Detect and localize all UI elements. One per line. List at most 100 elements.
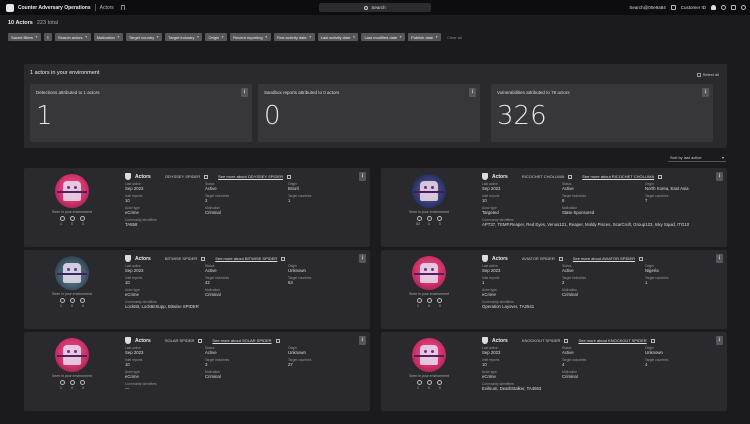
help-icon[interactable] (721, 5, 726, 10)
actor-avatar (55, 338, 89, 372)
kebab-menu-icon[interactable]: ⋮ (359, 172, 366, 181)
copy-icon[interactable] (558, 256, 563, 261)
sort-select[interactable]: Sort by last active ▾ (668, 153, 726, 162)
kebab-menu-icon[interactable]: ⋮ (469, 88, 476, 97)
external-link-icon[interactable] (639, 256, 643, 261)
kebab-menu-icon[interactable]: ⋮ (716, 254, 723, 263)
actor-avatar-block: Seen in your environment 82 0 0 (405, 174, 453, 226)
filter-bar: Saved filters ▼ ⋮ Search actors ▼ Motivati… (8, 33, 465, 41)
seen-count: 82 (416, 222, 420, 226)
external-link-icon[interactable] (650, 338, 655, 343)
kebab-menu-icon[interactable]: ⋮ (359, 254, 366, 263)
filter-target-industry[interactable]: Target industry ▼ (165, 33, 203, 41)
external-link-icon[interactable] (658, 174, 663, 179)
field-value-target-countries: 7 (645, 198, 648, 203)
actor-card[interactable]: Seen in your environment 1 0 0 Actors BI… (24, 250, 370, 329)
global-search[interactable]: Search (319, 3, 431, 12)
customer-id[interactable]: Customer ID (681, 5, 706, 10)
actor-card[interactable]: Seen in your environment 1 0 0 Actors SO… (24, 332, 370, 411)
actor-mascot-icon (414, 263, 444, 283)
bookmark-icon[interactable] (120, 5, 125, 10)
filter-origin[interactable]: Origin ▼ (205, 33, 228, 41)
filter-publish-date[interactable]: Publish date ▼ (408, 33, 442, 41)
filter-target-country[interactable]: Target country ▼ (125, 33, 163, 41)
field-value-community: Evilnum, DeathStalker, TA4563 (482, 386, 542, 391)
stat-value: 326 (497, 101, 547, 131)
select-all[interactable]: Select all (696, 72, 719, 77)
breadcrumb[interactable]: Actors (100, 5, 114, 11)
filter-last-activity[interactable]: Last activity date ▼ (317, 33, 359, 41)
field-label: Target countries (645, 194, 669, 198)
see-more-link[interactable]: See more about SOLAR SPIDER (212, 338, 271, 343)
app-title[interactable]: Counter Adversary Operations (18, 5, 91, 11)
field-value-last-active: Sep 2023 (125, 350, 144, 355)
filter-label: Recent reporting (233, 34, 263, 40)
copy-icon[interactable] (198, 338, 203, 343)
copy-icon[interactable] (204, 174, 209, 179)
external-link-icon[interactable] (275, 338, 280, 343)
filter-options-button[interactable]: ⋮ (44, 33, 52, 41)
field-value-community: Operation Layover, TA2541 (482, 304, 535, 309)
see-more-link[interactable]: See more about AVIATOR SPIDER (573, 256, 635, 261)
filter-recent-reporting[interactable]: Recent reporting ▼ (230, 33, 271, 41)
seen-count: 0 (428, 386, 430, 390)
clear-all-button[interactable]: Clear all (444, 33, 465, 41)
bell-icon[interactable] (711, 5, 716, 10)
sandbox-icon (69, 298, 75, 303)
copy-icon[interactable] (568, 174, 573, 179)
kebab-menu-icon[interactable]: ⋮ (702, 88, 709, 97)
filter-saved[interactable]: Saved filters ▼ (8, 33, 41, 41)
detection-icon (416, 216, 422, 221)
kebab-menu-icon[interactable]: ⋮ (359, 336, 366, 345)
actor-card[interactable]: Seen in your environment 1 0 0 Actors AV… (381, 250, 727, 329)
external-link-icon[interactable] (281, 256, 286, 261)
field-value-status: Active (562, 350, 574, 355)
seen-count: 0 (428, 222, 430, 226)
external-link-icon[interactable] (286, 174, 291, 179)
actor-total: 223 total (36, 20, 58, 26)
field-label: Target industries (205, 194, 230, 198)
shield-icon (125, 255, 131, 262)
top-bar-right: Search@00e9a84 Customer ID (629, 3, 746, 12)
seen-count: 1 (417, 386, 419, 390)
user-id[interactable]: Search@00e9a84 (629, 5, 665, 10)
chevron-down-icon: ▼ (399, 35, 403, 39)
field-value-last-active: Sep 2023 (125, 268, 144, 273)
report-icon (436, 216, 442, 221)
copy-icon[interactable] (564, 338, 569, 343)
filter-first-activity[interactable]: First activity date ▼ (273, 33, 315, 41)
field-value-target-industries: 4 (562, 362, 565, 367)
checkbox[interactable] (696, 72, 701, 77)
actor-card[interactable]: Seen in your environment 1 0 0 Actors KN… (381, 332, 727, 411)
actor-avatar-block: Seen in your environment 1 0 0 (48, 338, 96, 390)
filter-label: Saved filters (11, 34, 34, 40)
filter-search-actors[interactable]: Search actors ▼ (55, 33, 91, 41)
field-value-intel-reports: 10 (125, 280, 130, 285)
falcon-logo-icon[interactable] (6, 3, 14, 12)
actors-label: Actors (135, 255, 151, 262)
see-more-link[interactable]: See more about BITWISE SPIDER (215, 256, 277, 261)
actor-card[interactable]: Seen in your environment 82 0 0 Actors R… (381, 168, 727, 247)
card-header: Actors SOLAR SPIDER See more about SOLAR… (125, 337, 280, 344)
search-icon (364, 5, 369, 10)
settings-icon[interactable] (741, 5, 746, 10)
window-icon[interactable] (670, 5, 676, 10)
copy-icon[interactable] (201, 256, 206, 261)
see-more-link[interactable]: See more about RICOCHET CHOLLIMA (582, 174, 654, 179)
kebab-menu-icon[interactable]: ⋮ (716, 336, 723, 345)
stat-vulnerabilities: Vulnerabilities attributed to 78 actors … (491, 84, 713, 142)
kebab-menu-icon[interactable]: ⋮ (241, 88, 248, 97)
report-icon (436, 298, 442, 303)
seen-icons (405, 298, 453, 303)
actor-card[interactable]: Seen in your environment 1 0 0 Actors OD… (24, 168, 370, 247)
field-label: Target countries (645, 276, 669, 280)
see-more-link[interactable]: See more about KNOCKOUT SPIDER (578, 338, 646, 343)
environment-panel: 1 actors in your environment Select all … (24, 64, 727, 148)
seen-label: Seen in your environment (409, 292, 449, 296)
filter-motivation[interactable]: Motivation ▼ (93, 33, 123, 41)
kebab-menu-icon[interactable]: ⋮ (716, 172, 723, 181)
filter-last-modified[interactable]: Last modified date ▼ (361, 33, 406, 41)
sandbox-icon (426, 380, 432, 385)
see-more-link[interactable]: See more about ODYSSEY SPIDER (218, 174, 283, 179)
apps-grid-icon[interactable] (731, 5, 736, 10)
